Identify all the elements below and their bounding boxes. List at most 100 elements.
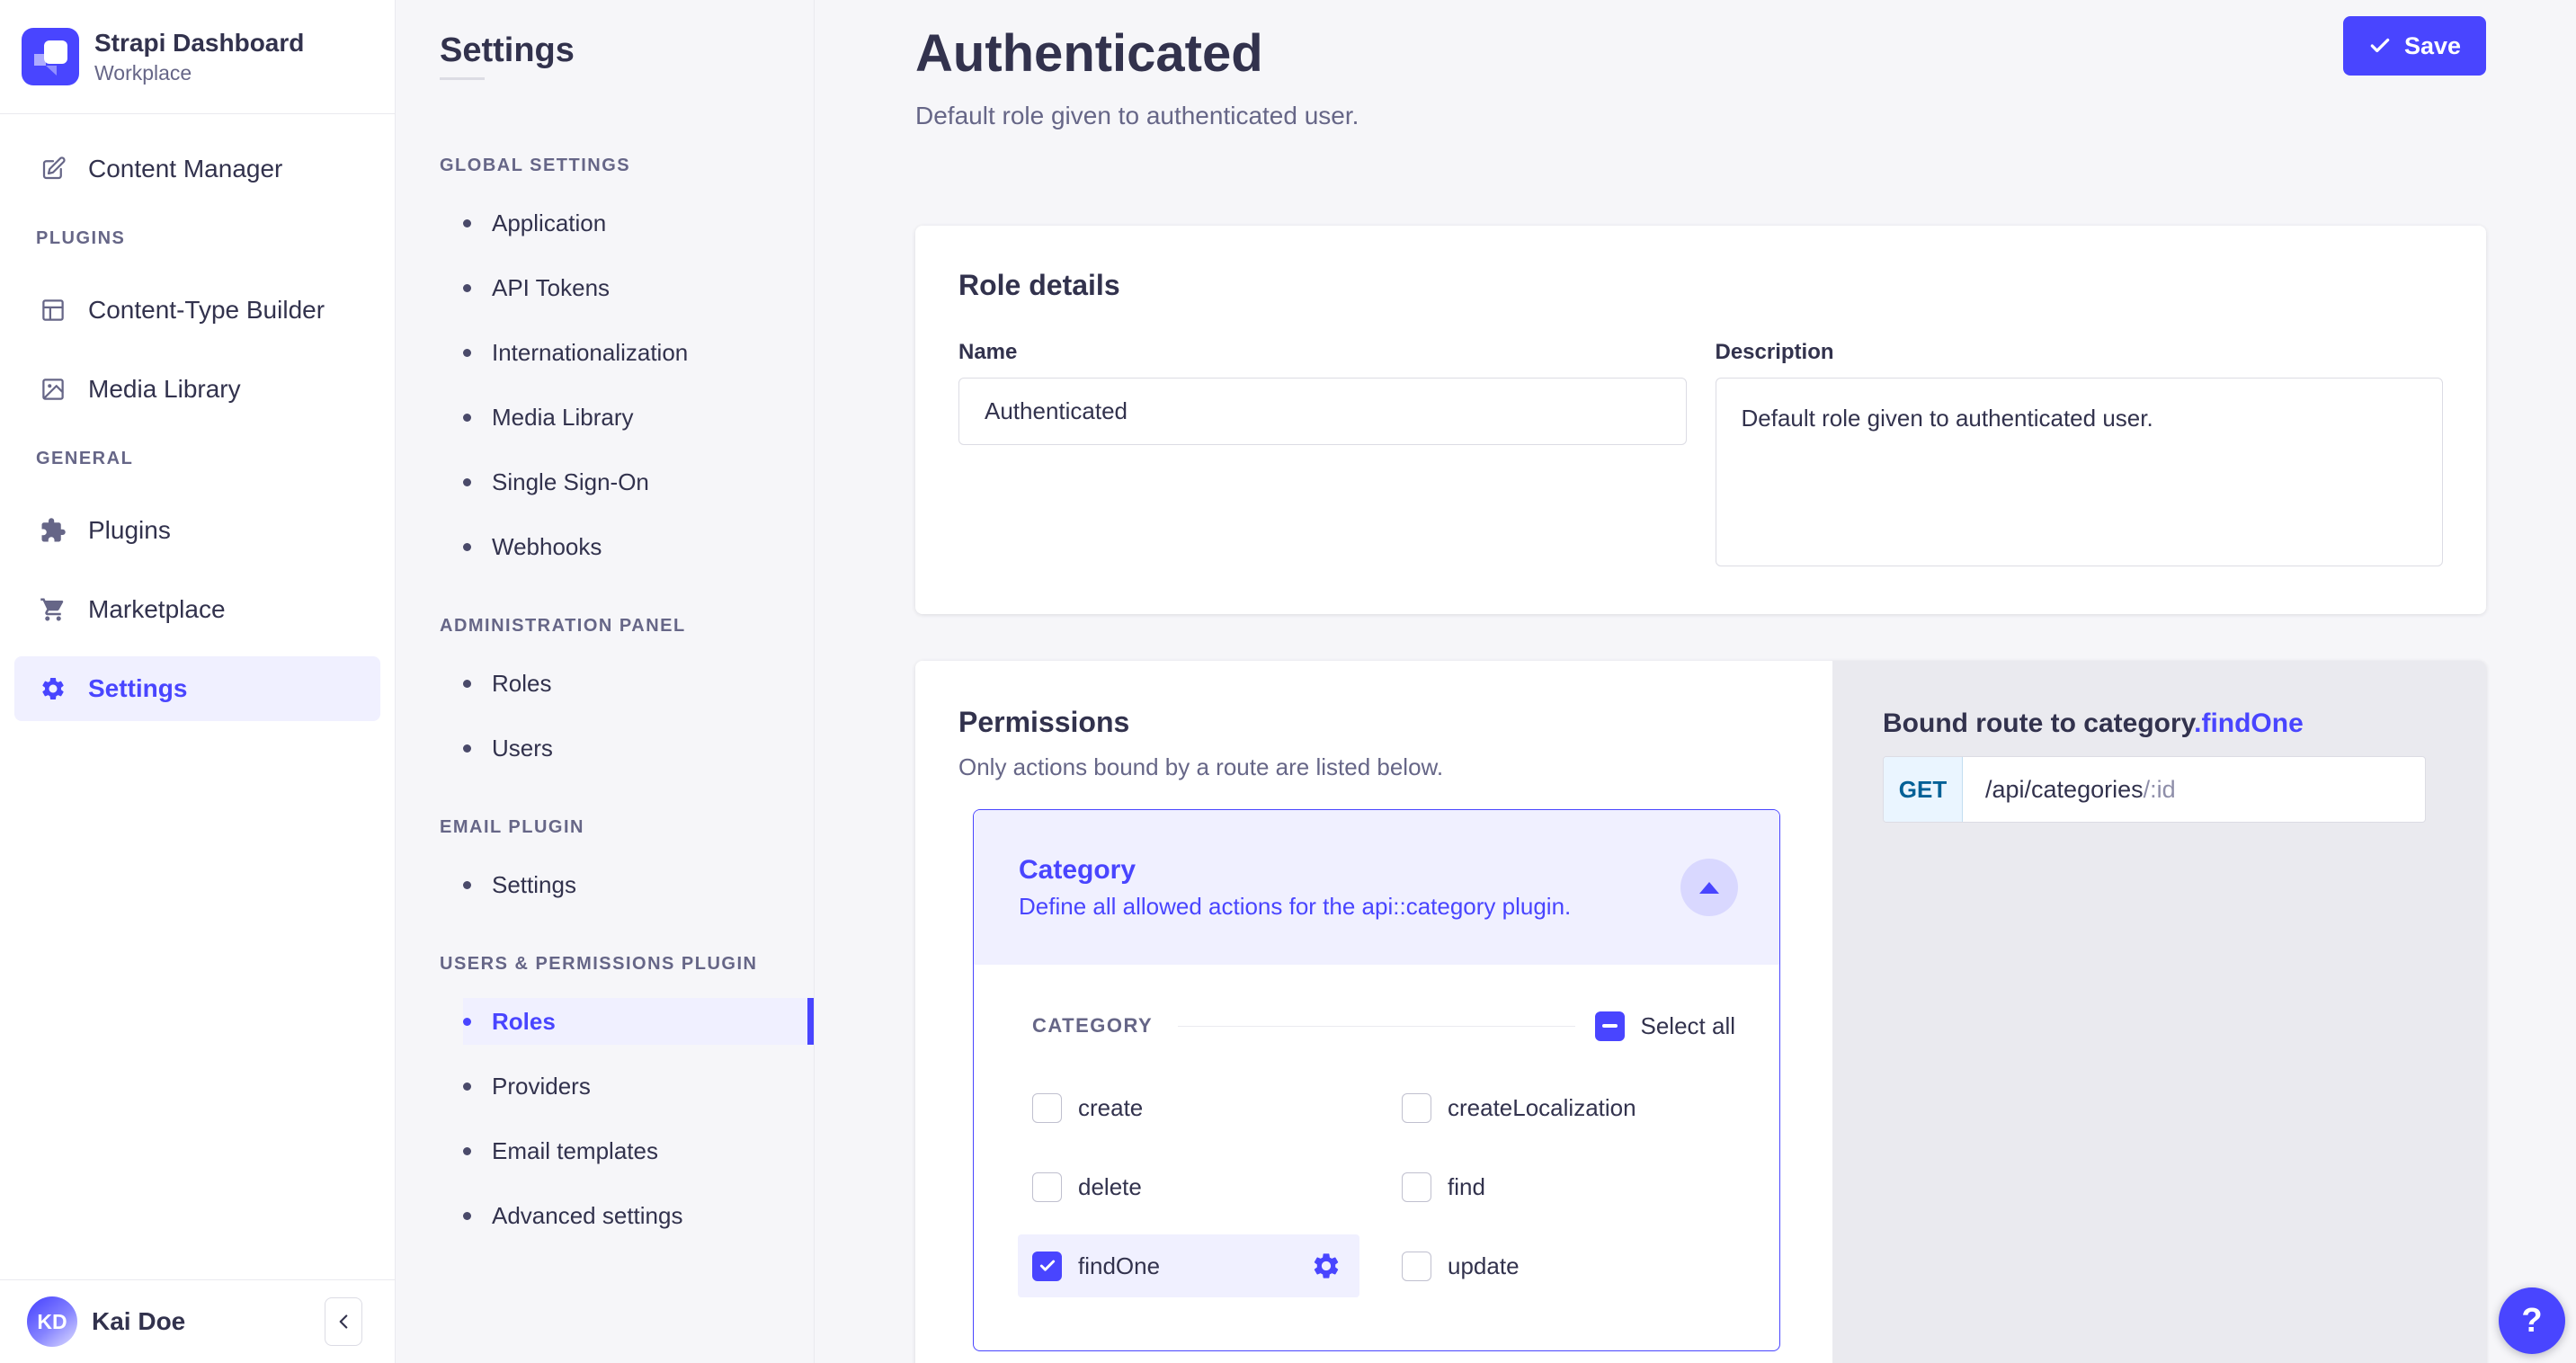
sidebar-item-media-library[interactable]: Media Library [0, 357, 395, 422]
subnav-item-up-advanced-settings[interactable]: Advanced settings [396, 1183, 814, 1248]
subnav-item-up-providers[interactable]: Providers [396, 1054, 814, 1118]
title-rule [440, 77, 485, 80]
layout-grid-icon [40, 297, 67, 324]
sidebar-item-label: Plugins [88, 516, 171, 545]
permission-action-findone[interactable]: findOne [1018, 1234, 1359, 1297]
permission-action-createlocalization[interactable]: createLocalization [1387, 1076, 1729, 1139]
bullet-icon [463, 881, 471, 889]
subnav-item-up-email-templates[interactable]: Email templates [396, 1118, 814, 1183]
permissions-panel: Permissions Only actions bound by a rout… [915, 661, 1832, 1363]
permission-action-update[interactable]: update [1387, 1234, 1729, 1297]
permission-actions-grid: create createLocalization delete [1018, 1076, 1735, 1297]
subnav-item-api-tokens[interactable]: API Tokens [396, 255, 814, 320]
permission-action-create[interactable]: create [1018, 1076, 1359, 1139]
subnav-item-up-roles[interactable]: Roles [396, 989, 814, 1054]
bullet-icon [463, 219, 471, 227]
settings-subnav: Settings GLOBAL SETTINGS Application API… [396, 0, 815, 1363]
subnav-item-label: Application [492, 209, 606, 237]
check-icon [2368, 34, 2392, 58]
subnav-item-label: Users [492, 735, 553, 762]
checkbox-unchecked[interactable] [1032, 1093, 1062, 1123]
sidebar-item-plugins[interactable]: Plugins [0, 498, 395, 563]
name-input[interactable] [958, 378, 1687, 445]
help-button[interactable]: ? [2499, 1287, 2565, 1354]
select-all-control[interactable]: Select all [1595, 1011, 1736, 1041]
subnav-item-media-library[interactable]: Media Library [396, 385, 814, 450]
strapi-logo-icon [22, 28, 79, 85]
strapi-admin-app: Strapi Dashboard Workplace Content Manag… [0, 0, 2576, 1363]
category-accordion: Category Define all allowed actions for … [973, 809, 1780, 1351]
bound-route-title: Bound route to category.findOne [1883, 706, 2436, 742]
permissions-heading: Permissions [958, 706, 1789, 739]
category-accordion-text: Category Define all allowed actions for … [1019, 855, 1571, 921]
subnav-title: Settings [396, 31, 814, 70]
subnav-item-admin-users[interactable]: Users [396, 716, 814, 780]
subnav-item-single-sign-on[interactable]: Single Sign-On [396, 450, 814, 514]
sidebar-item-label: Content-Type Builder [88, 296, 325, 325]
category-accordion-header[interactable]: Category Define all allowed actions for … [974, 810, 1779, 965]
user-name[interactable]: Kai Doe [92, 1307, 310, 1336]
subnav-list-admin: Roles Users [396, 651, 814, 780]
subnav-item-email-settings[interactable]: Settings [396, 852, 814, 917]
permission-action-find[interactable]: find [1387, 1155, 1729, 1218]
bound-route-panel: Bound route to category.findOne GET /api… [1832, 661, 2486, 1363]
save-button[interactable]: Save [2343, 16, 2486, 76]
page-title: Authenticated [915, 23, 1263, 84]
permission-action-label: create [1078, 1094, 1143, 1122]
permission-action-delete[interactable]: delete [1018, 1155, 1359, 1218]
minus-icon [1602, 1024, 1618, 1028]
bound-route-title-prefix: Bound route to category [1883, 708, 2194, 738]
caret-up-icon [1699, 882, 1719, 894]
subnav-item-webhooks[interactable]: Webhooks [396, 514, 814, 579]
sidebar-section-plugins: PLUGINS [0, 228, 395, 249]
bullet-icon [463, 478, 471, 486]
permission-action-label: createLocalization [1448, 1094, 1636, 1122]
checkbox-unchecked[interactable] [1032, 1172, 1062, 1202]
group-divider [1178, 1026, 1574, 1027]
sidebar-item-settings[interactable]: Settings [14, 656, 380, 721]
sidebar-item-marketplace[interactable]: Marketplace [0, 577, 395, 642]
sidebar-footer: KD Kai Doe [0, 1279, 395, 1363]
subnav-list-email: Settings [396, 852, 814, 917]
subnav-item-label: Roles [492, 670, 551, 698]
subnav-item-admin-roles[interactable]: Roles [396, 651, 814, 716]
sidebar-item-content-type-builder[interactable]: Content-Type Builder [0, 278, 395, 343]
subnav-item-label: Roles [492, 1008, 556, 1036]
sidebar-item-label: Content Manager [88, 155, 282, 183]
name-field-group: Name [958, 340, 1687, 445]
accordion-collapse-button[interactable] [1680, 859, 1738, 916]
name-label: Name [958, 340, 1687, 365]
workspace-brand[interactable]: Strapi Dashboard Workplace [0, 0, 395, 114]
sidebar-item-content-manager[interactable]: Content Manager [0, 137, 395, 201]
sidebar-nav: Content Manager PLUGINS Content-Type Bui… [0, 114, 395, 1279]
bullet-icon [463, 349, 471, 357]
subnav-section-global-settings: GLOBAL SETTINGS [396, 156, 814, 177]
subnav-item-application[interactable]: Application [396, 191, 814, 255]
bullet-icon [463, 1018, 471, 1026]
permissions-subtitle: Only actions bound by a route are listed… [958, 753, 1789, 781]
checkbox-unchecked[interactable] [1402, 1252, 1431, 1281]
action-settings-button[interactable] [1311, 1251, 1341, 1281]
checkbox-unchecked[interactable] [1402, 1172, 1431, 1202]
puzzle-icon [40, 517, 67, 544]
subnav-item-label: Media Library [492, 404, 634, 432]
checkbox-checked[interactable] [1032, 1252, 1062, 1281]
bullet-icon [463, 1082, 471, 1091]
description-textarea[interactable]: Default role given to authenticated user… [1716, 378, 2444, 566]
subnav-item-label: Advanced settings [492, 1202, 682, 1230]
select-all-checkbox[interactable] [1595, 1011, 1625, 1041]
route-bar: GET /api/categories/:id [1883, 756, 2426, 823]
subnav-item-label: API Tokens [492, 274, 610, 302]
avatar[interactable]: KD [27, 1296, 77, 1347]
route-path-param: /:id [2144, 776, 2176, 804]
subnav-item-internationalization[interactable]: Internationalization [396, 320, 814, 385]
workspace-title: Strapi Dashboard [94, 28, 304, 58]
workspace-subtitle: Workplace [94, 61, 304, 85]
category-accordion-body: CATEGORY Select all [974, 965, 1779, 1297]
bullet-icon [463, 284, 471, 292]
collapse-sidebar-button[interactable] [325, 1297, 362, 1346]
gear-icon [40, 675, 67, 702]
checkbox-unchecked[interactable] [1402, 1093, 1431, 1123]
subnav-item-label: Email templates [492, 1137, 658, 1165]
page-header: Authenticated Save [915, 23, 2486, 84]
